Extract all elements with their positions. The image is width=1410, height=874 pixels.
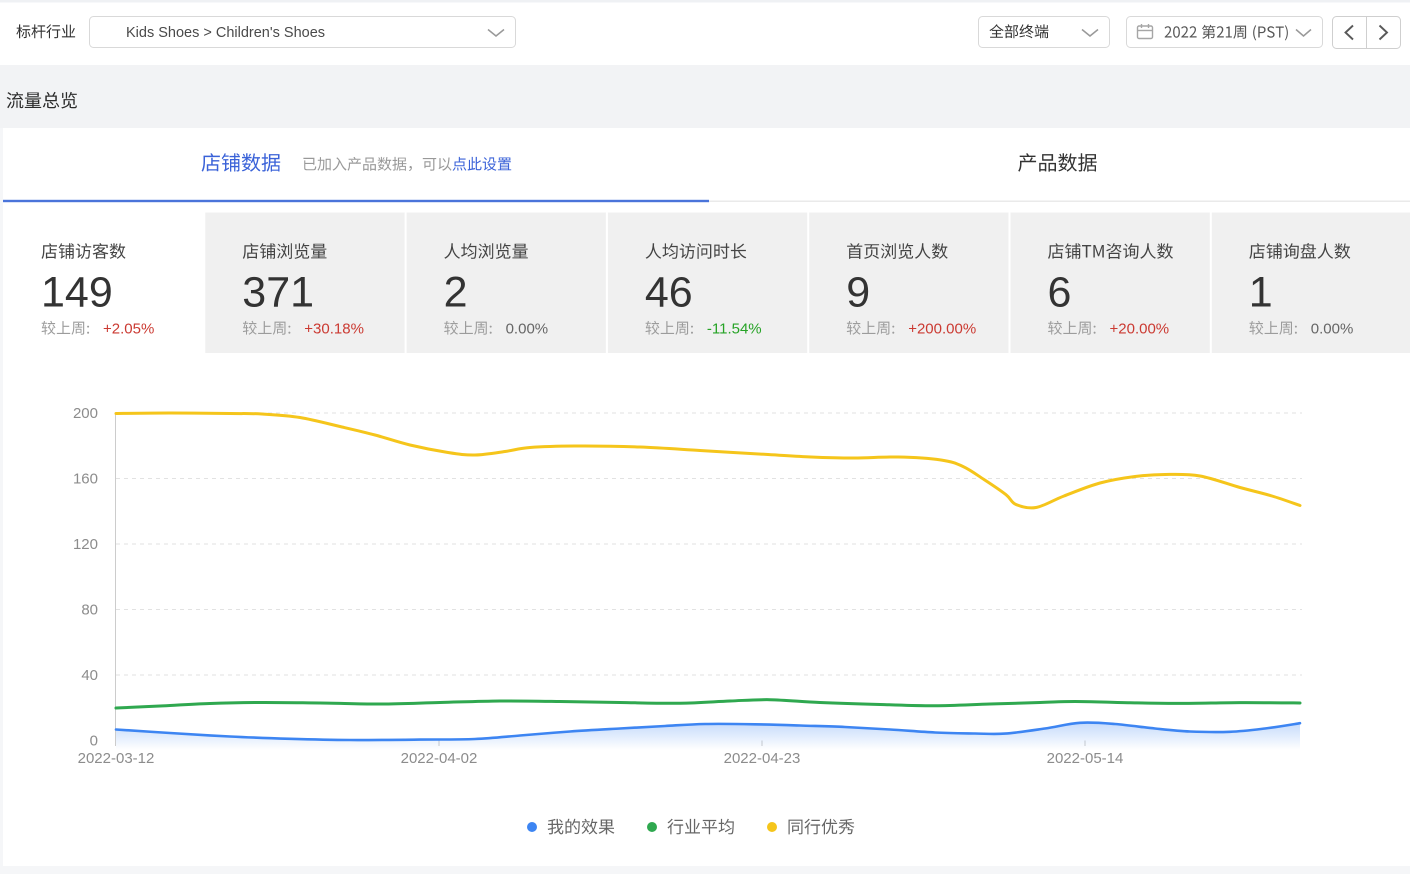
- svg-text:0: 0: [90, 733, 98, 750]
- svg-text:371: 371: [242, 269, 314, 317]
- svg-text:2: 2: [444, 269, 468, 317]
- svg-text:0.00%: 0.00%: [506, 321, 549, 338]
- svg-text:6: 6: [1048, 269, 1072, 317]
- svg-text:46: 46: [645, 269, 693, 317]
- svg-text:+20.00%: +20.00%: [1110, 321, 1170, 338]
- svg-text:2022-04-23: 2022-04-23: [724, 750, 801, 767]
- svg-text:2022-04-02: 2022-04-02: [401, 750, 478, 767]
- svg-text:120: 120: [73, 536, 98, 553]
- svg-text:1: 1: [1249, 269, 1273, 317]
- svg-text:149: 149: [41, 269, 113, 317]
- svg-text:40: 40: [81, 667, 98, 684]
- svg-text:80: 80: [81, 602, 98, 619]
- svg-text:+2.05%: +2.05%: [103, 321, 154, 338]
- svg-text:2022-03-12: 2022-03-12: [78, 750, 155, 767]
- svg-text:-11.54%: -11.54%: [707, 321, 762, 338]
- svg-text:200: 200: [73, 405, 98, 422]
- svg-text:Kids Shoes > Children's Shoes: Kids Shoes > Children's Shoes: [126, 25, 325, 41]
- svg-text:0.00%: 0.00%: [1311, 321, 1354, 338]
- svg-text:160: 160: [73, 471, 98, 488]
- svg-text:+30.18%: +30.18%: [304, 321, 364, 338]
- svg-text:9: 9: [846, 269, 870, 317]
- svg-text:2022-05-14: 2022-05-14: [1047, 750, 1124, 767]
- svg-text:+200.00%: +200.00%: [908, 321, 976, 338]
